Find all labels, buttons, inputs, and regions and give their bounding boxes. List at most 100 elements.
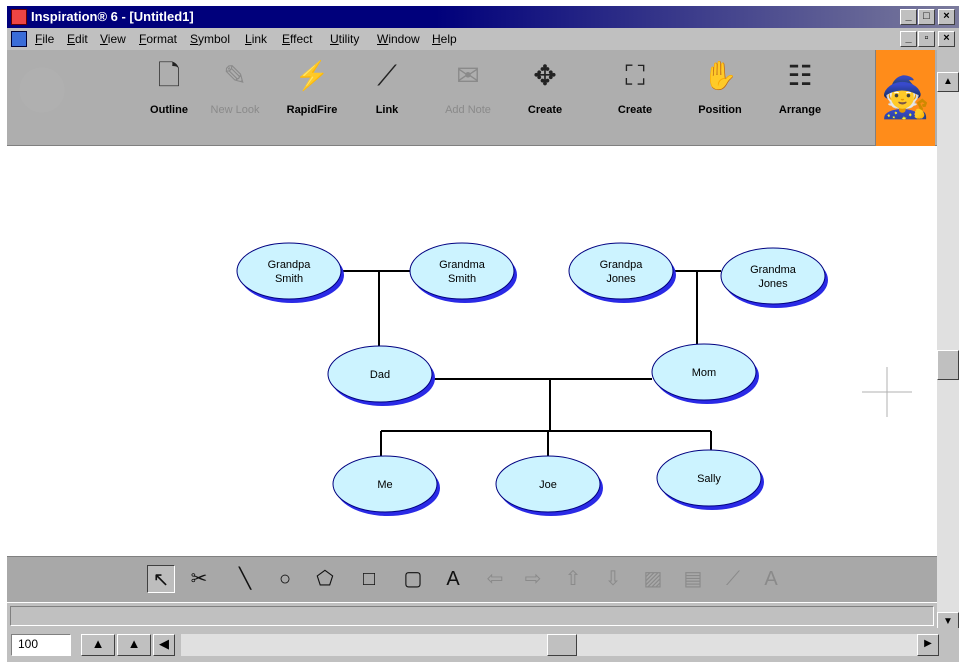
crosshair-cursor [862,367,912,417]
rapidfire-label: RapidFire [286,104,338,116]
menu-symbol[interactable]: Symbol [190,32,230,46]
fill-tool-icon[interactable]: ▨ [639,565,667,593]
wizard-mascot[interactable]: 🧙 [875,50,935,146]
create-arrows-icon: ✥ [533,60,557,91]
node-label: Grandma [750,264,797,276]
link-draw-tool-icon[interactable]: ⟋ [719,565,747,593]
position-button[interactable]: ✋ Position [685,56,755,144]
title-bar[interactable]: Inspiration® 6 - [Untitled1] _ □ × [7,6,959,28]
note-tool-icon[interactable]: ▤ [679,565,707,593]
document-icon[interactable] [11,31,27,47]
node-grandpa-smith[interactable]: Grandpa Smith [236,242,344,303]
menu-window[interactable]: Window [377,32,420,46]
doc-minimize-button[interactable]: _ [900,31,917,47]
node-label: Sally [697,473,721,485]
menu-effect[interactable]: Effect [282,32,312,46]
rapidfire-button[interactable]: ⚡ RapidFire [277,56,347,144]
line-tool-icon[interactable]: ╲ [231,565,259,593]
create-arrows-label: Create [527,104,563,116]
close-button[interactable]: × [938,9,955,25]
menu-link[interactable]: Link [245,32,267,46]
add-note-icon: ✉ [456,60,480,91]
node-label: Jones [606,273,636,285]
pointer-tool-icon[interactable]: ↖ [147,565,175,593]
link-icon: ⟋ [377,60,397,91]
add-note-button[interactable]: ✉ Add Note [433,56,503,144]
node-label: Dad [370,369,390,381]
node-label: Smith [448,273,476,285]
create-expand-label: Create [617,104,653,116]
doc-close-button[interactable]: × [938,31,955,47]
zoom-out-icon[interactable]: ▲ [81,634,115,656]
arrow-left-tool-icon[interactable]: ⇦ [481,565,509,593]
new-look-icon: ✎ [223,60,247,91]
diagram-svg: GrandpaSmithGrandmaSmithGrandpaJonesGran… [236,242,912,516]
node-joe[interactable]: Joe [495,455,603,516]
menu-format[interactable]: Format [139,32,177,46]
rectangle-tool-icon[interactable]: □ [355,565,383,593]
node-label: Joe [539,479,557,491]
arrow-down-tool-icon[interactable]: ⇩ [599,565,627,593]
minimize-button[interactable]: _ [900,9,917,25]
create-expand-icon: ⛶ [625,60,645,91]
app-icon[interactable] [11,9,27,25]
outline-label: Outline [150,104,188,116]
window-title: Inspiration® 6 - [Untitled1] [31,9,194,24]
rounded-rect-tool-icon[interactable]: ▢ [399,565,427,593]
horizontal-scrollbar[interactable]: ▶ [181,634,939,656]
doc-restore-button[interactable]: ▫ [918,31,935,47]
node-grandma-smith[interactable]: Grandma Smith [409,242,517,303]
arrow-right-tool-icon[interactable]: ⇨ [519,565,547,593]
hand-icon: ✋ [702,60,738,91]
outline-button[interactable]: 🗋 Outline [134,56,204,144]
link-button[interactable]: ⟋ Link [352,56,422,144]
node-mom[interactable]: Mom [651,343,759,404]
zoom-field[interactable]: 100 [11,634,71,656]
rapidfire-icon: ⚡ [294,60,330,91]
node-dad[interactable]: Dad [327,345,435,406]
node-ellipse [409,242,515,300]
new-look-label: New Look [210,104,260,116]
node-me[interactable]: Me [332,455,440,516]
app-window: Inspiration® 6 - [Untitled1] _ □ × File … [7,6,959,662]
menu-view[interactable]: View [100,32,126,46]
wizard-mascot-icon: 🧙 [880,76,931,120]
polygon-tool-icon[interactable]: ⬠ [311,565,339,593]
oval-tool-icon[interactable]: ○ [271,565,299,593]
new-look-button[interactable]: ✎ New Look [200,56,270,144]
node-label: Grandpa [600,259,644,271]
node-label: Grandpa [268,259,312,271]
menu-edit[interactable]: Edit [67,32,88,46]
menu-file[interactable]: File [35,32,54,46]
arrange-button[interactable]: ☷ Arrange [765,56,835,144]
menu-utility[interactable]: Utility [330,32,359,46]
scroll-up-button[interactable]: ▲ [937,72,959,92]
horizontal-scroll-thumb[interactable] [547,634,577,656]
node-grandpa-jones[interactable]: Grandpa Jones [568,242,676,303]
maximize-button[interactable]: □ [918,9,935,25]
node-sally[interactable]: Sally [656,449,764,510]
arrange-icon: ☷ [787,60,813,91]
arrow-up-tool-icon[interactable]: ⇧ [559,565,587,593]
scroll-right-button[interactable]: ▶ [917,634,939,656]
zoom-in-icon[interactable]: ▲ [117,634,151,656]
bottom-bar: 100 ▲ ▲ ◀ ▶ [7,628,959,662]
status-field [10,606,934,626]
drawing-toolbar: ↖ ✂ ╲ ○ ⬠ □ ▢ A ⇦ ⇨ ⇧ ⇩ ▨ ▤ ⟋ A [7,556,937,602]
node-grandma-jones[interactable]: Grandma Jones [720,247,828,308]
eraser-tool-icon[interactable]: ✂ [185,565,213,593]
menu-help[interactable]: Help [432,32,457,46]
link-label: Link [375,104,399,116]
font-tool-icon[interactable]: A [757,565,785,593]
node-label: Smith [275,273,303,285]
node-label: Jones [758,278,788,290]
create-arrows-button[interactable]: ✥ Create [510,56,580,144]
diagram-canvas[interactable]: Grandpa Smith Grandma Smith Grandpa Jones Gran… [7,146,937,556]
text-tool-icon[interactable]: A [439,565,467,593]
main-toolbar: 🗋 Outline ✎ New Look ⚡ RapidFire ⟋ Link … [7,50,937,146]
create-expand-button[interactable]: ⛶ Create [600,56,670,144]
scroll-left-button[interactable]: ◀ [153,634,175,656]
node-ellipse [236,242,342,300]
vertical-scroll-thumb[interactable] [937,350,959,380]
vertical-scrollbar[interactable]: ▲ ▼ [937,72,959,632]
